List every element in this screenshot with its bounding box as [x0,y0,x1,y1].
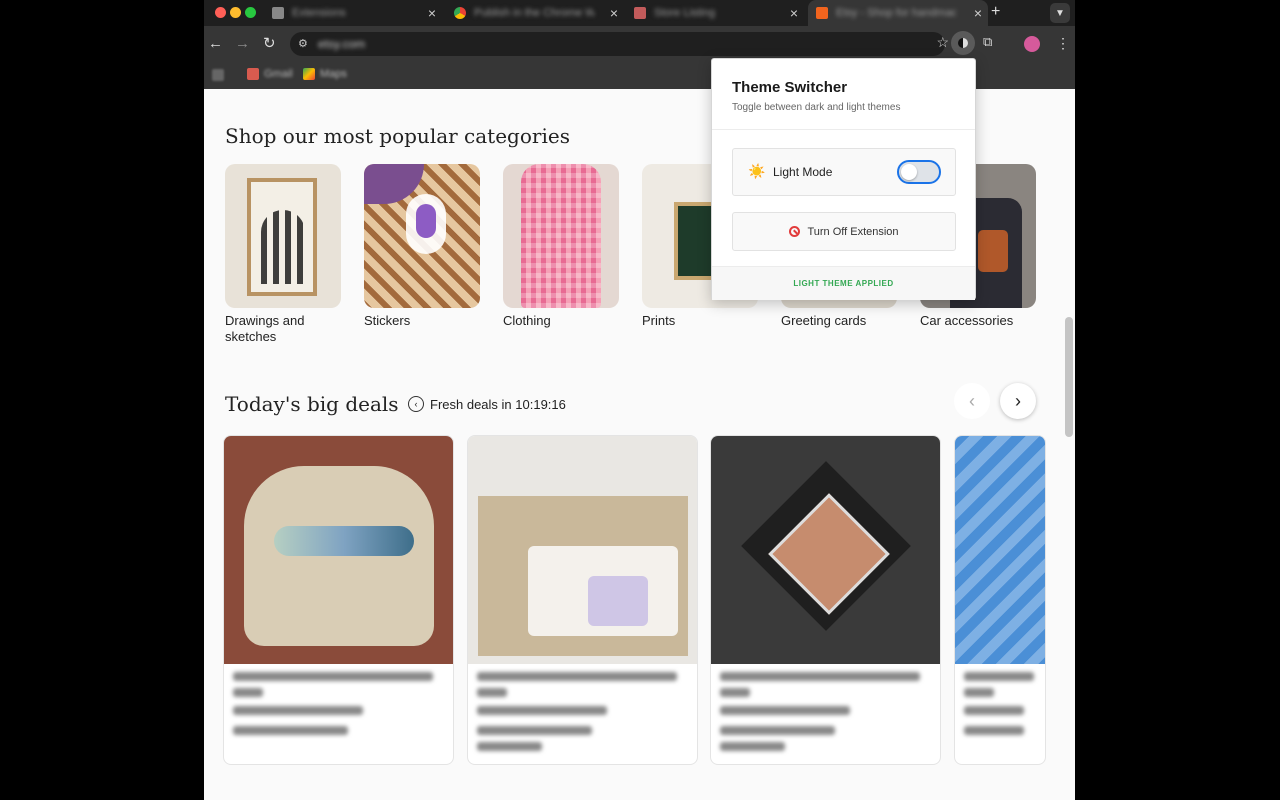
forward-button[interactable]: → [235,35,250,53]
status-bar: LIGHT THEME APPLIED [712,266,975,300]
minimize-window-button[interactable] [230,7,241,18]
popup-divider [712,129,975,130]
maximize-window-button[interactable] [245,7,256,18]
theme-switcher-popup: Theme Switcher Toggle between dark and l… [711,58,976,300]
chrome-logo-icon [454,7,466,19]
close-tab-icon[interactable]: × [974,5,982,21]
profile-avatar[interactable] [1024,36,1040,52]
tab-publish[interactable]: Publish in the Chrome Web Store × [454,0,624,26]
browser-window: Extensions × Publish in the Chrome Web S… [204,0,1075,800]
dog-socks-image [955,436,1045,664]
deal-card[interactable] [223,435,454,765]
tab-store-listing[interactable]: Store Listing × [634,0,804,26]
close-tab-icon[interactable]: × [428,5,436,21]
reload-icon: ↻ [263,35,276,52]
close-tab-icon[interactable]: × [790,5,798,21]
chevron-left-icon: ‹ [969,390,975,411]
tab-search-button[interactable]: ▼ [1050,3,1070,23]
tab-etsy[interactable]: Etsy - Shop for handmade × [808,0,988,26]
deal-card[interactable] [467,435,698,765]
half-moon-icon [958,38,968,48]
gingham-dress-image [521,164,601,308]
address-bar[interactable]: ⚙ etsy.com ☆ [290,32,949,56]
arrow-right-icon: → [235,35,250,52]
etsy-logo-icon [816,7,828,19]
deals-timer: ‹ Fresh deals in 10:19:16 [408,396,566,412]
chevron-down-icon: ▼ [1055,7,1065,19]
browser-menu-button[interactable]: ⋮ [1056,35,1070,52]
category-label[interactable]: Car accessories [920,313,1040,329]
back-button[interactable]: ← [208,35,223,53]
light-mode-label: Light Mode [773,165,833,179]
bookmark-maps[interactable]: Maps [303,68,347,80]
category-label[interactable]: Drawings and sketches [225,313,345,345]
url-text: etsy.com [318,37,366,51]
category-label[interactable]: Stickers [364,313,484,329]
deal-card[interactable] [954,435,1046,765]
deals-next-button[interactable]: › [1000,383,1036,419]
light-mode-row: ☀️ Light Mode [732,148,956,196]
more-vert-icon: ⋮ [1056,35,1070,51]
extensions-button[interactable]: ⧉ [983,34,992,50]
category-label[interactable]: Greeting cards [781,313,901,329]
sun-icon: ☀️ [748,163,766,179]
new-tab-button[interactable]: + [991,3,1000,21]
gmail-icon [247,68,259,80]
popup-title: Theme Switcher [732,79,848,96]
deal-card[interactable] [710,435,941,765]
category-label[interactable]: Clothing [503,313,623,329]
tab-extensions[interactable]: Extensions × [272,0,442,26]
close-tab-icon[interactable]: × [610,5,618,21]
deals-heading: Today's big deals [225,392,399,416]
photo-tie-patch-image [711,436,940,664]
apps-grid-icon[interactable] [212,69,224,81]
tab-bar: Extensions × Publish in the Chrome Web S… [204,0,1075,26]
page-scrollbar[interactable] [1065,317,1073,437]
turn-off-extension-button[interactable]: Turn Off Extension [732,212,956,251]
theme-toggle[interactable] [897,160,941,184]
toggle-knob [901,164,917,180]
maps-icon [303,68,315,80]
theme-switcher-extension-button[interactable] [951,31,975,55]
category-clothing[interactable] [503,164,619,308]
category-drawings[interactable] [225,164,341,308]
status-text: LIGHT THEME APPLIED [793,279,894,288]
site-settings-icon[interactable]: ⚙ [298,37,308,50]
clock-countdown-icon: ‹ [408,396,424,412]
close-window-button[interactable] [215,7,226,18]
bookmark-gmail[interactable]: Gmail [247,68,293,80]
category-label[interactable]: Prints [642,313,762,329]
reload-button[interactable]: ↻ [263,35,276,53]
arrow-left-icon: ← [208,35,223,52]
knit-sweater-image [224,436,453,664]
chevron-right-icon: › [1015,390,1021,411]
puzzle-icon: ⧉ [983,34,993,49]
store-icon [634,7,646,19]
gift-box-image [468,436,697,664]
category-stickers[interactable] [364,164,480,308]
browser-toolbar: ← → ↻ ⚙ etsy.com ☆ ⧉ ⋮ [204,26,1075,62]
bookmark-star-icon[interactable]: ☆ [936,34,949,51]
prohibited-icon [789,226,801,237]
categories-heading: Shop our most popular categories [225,124,570,148]
framed-drawing-image [247,178,317,296]
puzzle-icon [272,7,284,19]
popup-subtitle: Toggle between dark and light themes [732,102,901,113]
deals-prev-button[interactable]: ‹ [954,383,990,419]
